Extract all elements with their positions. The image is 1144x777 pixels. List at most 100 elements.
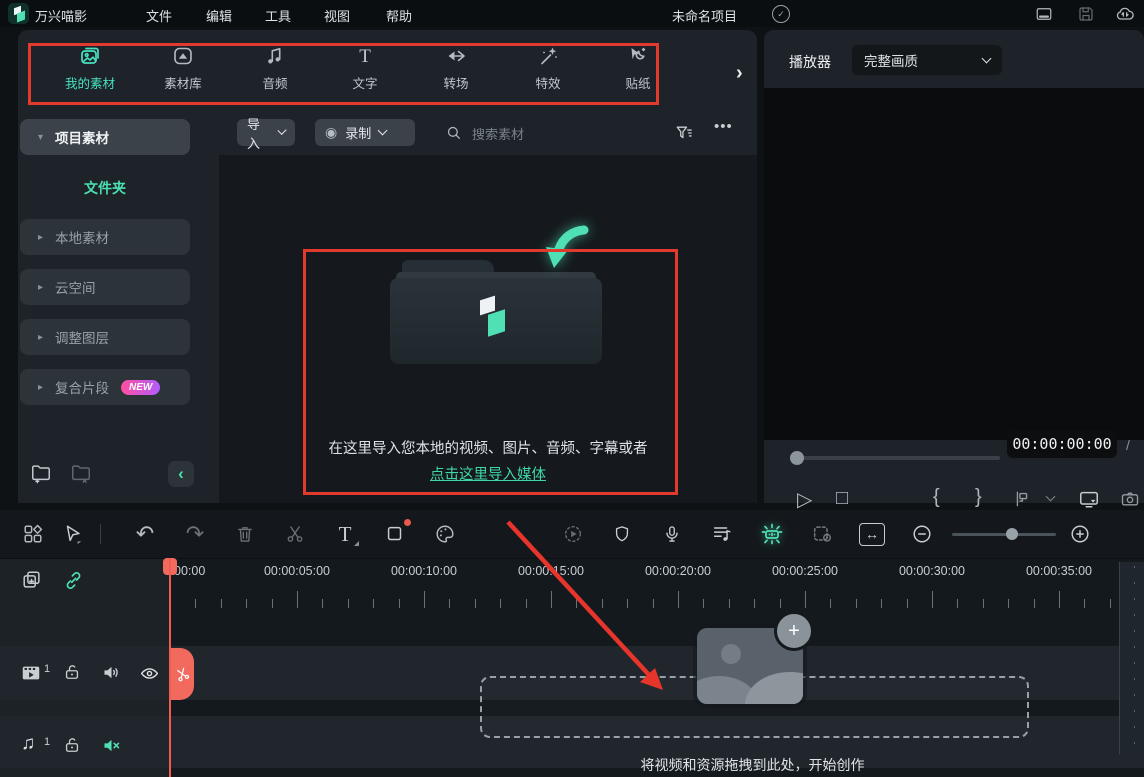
delete-folder-icon[interactable]: [70, 462, 92, 484]
sidebar-item-compound-clip[interactable]: ▸ 复合片段 NEW: [20, 369, 190, 405]
filter-icon[interactable]: [674, 123, 694, 143]
audio-track-mute-icon[interactable]: [101, 735, 122, 756]
snapshot-camera-icon[interactable]: [1120, 489, 1140, 509]
add-media-plus-icon[interactable]: +: [774, 611, 814, 651]
search-input[interactable]: [470, 120, 624, 148]
auto-ripple-link-icon[interactable]: [63, 570, 84, 591]
import-media-link[interactable]: 点击这里导入媒体: [219, 463, 757, 484]
triangle-right-icon: ▸: [38, 382, 43, 393]
audio-track-lock-icon[interactable]: [62, 735, 82, 755]
text-tool-icon[interactable]: T: [328, 510, 362, 558]
sidebar-project-media-button[interactable]: ▾ 项目素材: [20, 119, 190, 155]
tab-text[interactable]: T 文字: [323, 44, 407, 92]
delete-icon[interactable]: [228, 510, 262, 558]
drag-media-thumbnail: +: [697, 628, 803, 704]
record-dropdown[interactable]: ◉ 录制: [315, 119, 415, 146]
video-track-lock-icon[interactable]: [62, 662, 82, 682]
sidebar-item-adjustment-layer[interactable]: ▸ 调整图层: [20, 319, 190, 355]
seek-bar[interactable]: [790, 456, 1000, 460]
app-logo-icon: [8, 3, 29, 24]
zoom-slider-track[interactable]: [952, 533, 1056, 536]
tab-audio[interactable]: 音频: [233, 44, 317, 92]
layout-grid-icon[interactable]: [16, 510, 50, 558]
menu-edit[interactable]: 编辑: [206, 6, 232, 25]
ruler-label: 00:00:25:00: [772, 564, 838, 578]
save-icon[interactable]: [1077, 5, 1095, 23]
redo-icon[interactable]: ↷: [178, 510, 212, 558]
sidebar-item-cloud-space[interactable]: ▸ 云空间: [20, 269, 190, 305]
triangle-right-icon: ▸: [38, 332, 43, 343]
stop-icon[interactable]: □: [836, 487, 848, 510]
import-dropdown[interactable]: 导入: [237, 119, 295, 146]
menu-file[interactable]: 文件: [146, 6, 172, 25]
player-progress-row: 00:00:00:00 /: [764, 444, 1144, 474]
collapse-sidebar-button[interactable]: ‹: [168, 461, 194, 487]
zoom-slider-handle[interactable]: [1006, 528, 1018, 540]
timeline-panel: ↶ ↷ T: [0, 510, 1144, 777]
tab-library[interactable]: 素材库: [141, 44, 225, 92]
new-badge: NEW: [121, 380, 160, 395]
menu-tools[interactable]: 工具: [265, 6, 291, 25]
split-scissors-icon[interactable]: [278, 510, 312, 558]
tab-stickers[interactable]: 贴纸: [596, 44, 680, 92]
mask-shield-icon[interactable]: [605, 510, 639, 558]
timeline-ruler[interactable]: 00:0000:00:05:0000:00:10:0000:00:15:0000…: [170, 560, 1144, 614]
speed-ramp-icon[interactable]: [556, 510, 590, 558]
sidebar-item-local-media[interactable]: ▸ 本地素材: [20, 219, 190, 255]
marker-icon[interactable]: [1012, 489, 1032, 509]
zoom-in-icon[interactable]: [1063, 510, 1097, 558]
new-folder-icon[interactable]: [30, 462, 52, 484]
menu-help[interactable]: 帮助: [386, 6, 412, 25]
sidebar-folder-label[interactable]: 文件夹: [20, 178, 190, 198]
app-title: 万兴喵影: [35, 6, 87, 25]
tabbar-expand-chevron[interactable]: ›: [736, 62, 743, 85]
tab-transition[interactable]: 转场: [414, 44, 498, 92]
timecode-separator: /: [1126, 437, 1130, 453]
player-panel: 播放器 完整画质 00:00:00:00 / ▷ □ { }: [764, 30, 1144, 503]
video-track-type-icon: [20, 662, 42, 684]
audio-stretch-icon[interactable]: [705, 510, 739, 558]
timeline-toolbar: ↶ ↷ T: [0, 510, 1144, 559]
menu-view[interactable]: 视图: [324, 6, 350, 25]
fit-timeline-icon[interactable]: ↔: [855, 510, 889, 558]
playhead-scissors-handle[interactable]: [171, 648, 194, 700]
timeline-right-edge: [1119, 562, 1144, 754]
color-palette-icon[interactable]: [428, 510, 462, 558]
mark-in-icon[interactable]: {: [933, 486, 940, 509]
tab-my-media[interactable]: 我的素材: [48, 44, 132, 92]
library-icon: [141, 44, 225, 68]
select-cursor-icon[interactable]: [56, 510, 90, 558]
export-cloud-icon[interactable]: [1115, 4, 1135, 24]
player-title: 播放器: [789, 52, 831, 72]
marker-chevron-icon[interactable]: [1046, 492, 1056, 502]
screen-record-clip-icon[interactable]: [805, 510, 839, 558]
import-hint-line: 在这里导入您本地的视频、图片、音频、字幕或者: [219, 437, 757, 458]
seek-handle[interactable]: [790, 451, 804, 465]
video-track-number: 1: [44, 663, 50, 675]
preview-area: [764, 88, 1144, 440]
filmora-app: 万兴喵影 文件 编辑 工具 视图 帮助 未命名项目 ✓ 我的素材: [0, 0, 1144, 777]
zoom-out-icon[interactable]: [905, 510, 939, 558]
timeline-drop-hint: 将视频和资源拖拽到此处，开始创作: [480, 755, 1025, 775]
effects-icon: [506, 44, 590, 68]
video-track-visibility-icon[interactable]: [139, 663, 160, 684]
layout-mode-icon[interactable]: [1035, 5, 1053, 23]
add-track-icon[interactable]: [21, 569, 43, 591]
ruler-label: 00:00:20:00: [645, 564, 711, 578]
ruler-label: 00:00: [174, 564, 205, 578]
mark-out-icon[interactable]: }: [975, 486, 982, 509]
more-options-icon[interactable]: •••: [714, 118, 733, 135]
voiceover-mic-icon[interactable]: [655, 510, 689, 558]
fullscreen-monitor-icon[interactable]: [1078, 488, 1100, 510]
quality-dropdown[interactable]: 完整画质: [852, 45, 1002, 75]
chevron-left-icon: ‹: [178, 464, 184, 484]
play-icon[interactable]: ▷: [797, 487, 812, 512]
chevron-down-icon: [277, 126, 287, 136]
media-panel: 我的素材 素材库 音频 T 文字 转场: [18, 30, 757, 503]
crop-tool-icon[interactable]: [378, 510, 412, 558]
undo-icon[interactable]: ↶: [128, 510, 162, 558]
beat-detection-icon[interactable]: [755, 510, 789, 558]
record-icon: ◉: [325, 124, 337, 141]
video-track-volume-icon[interactable]: [101, 662, 122, 683]
tab-effects[interactable]: 特效: [506, 44, 590, 92]
